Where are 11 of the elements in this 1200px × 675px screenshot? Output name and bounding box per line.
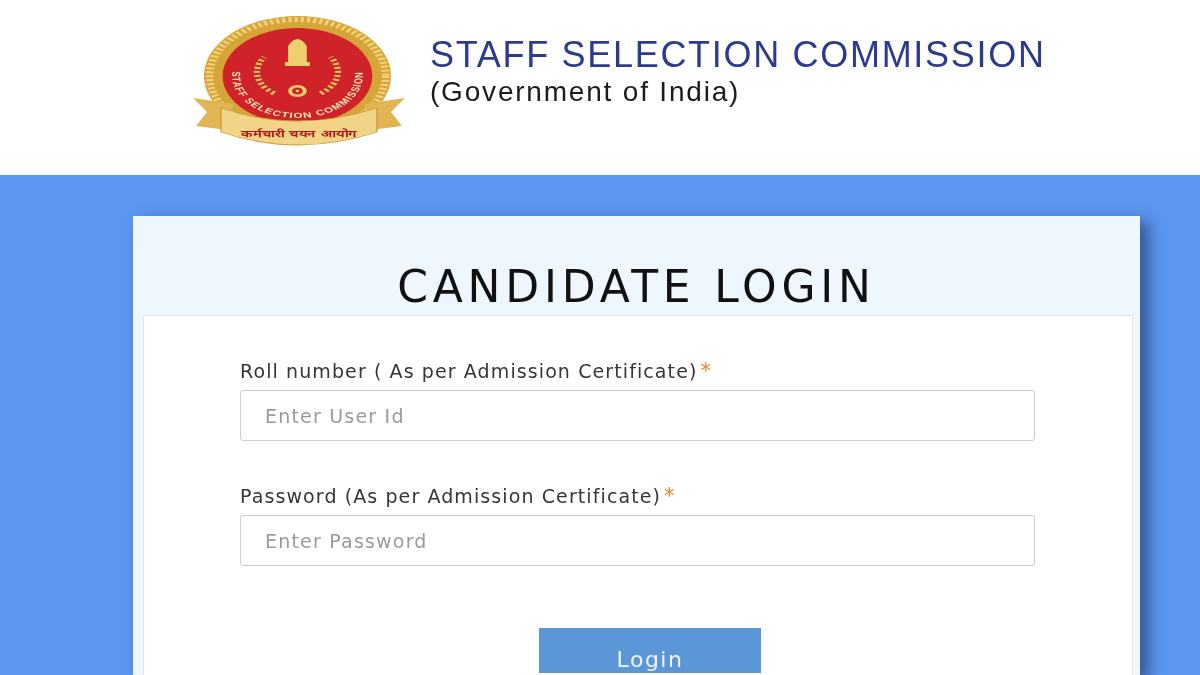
required-asterisk: * (700, 359, 711, 383)
login-button[interactable]: Login (539, 628, 761, 673)
field-label: Roll number ( As per Admission Certificate) (240, 359, 698, 383)
site-subtitle: (Government of India) (430, 75, 742, 109)
password-field[interactable]: Enter Password (240, 515, 1035, 566)
site-title: STAFF SELECTION COMMISSION (430, 35, 1046, 75)
required-asterisk: * (664, 484, 675, 508)
login-title: CANDIDATE LOGIN (396, 260, 877, 314)
roll-number-field[interactable]: Enter User Id (240, 390, 1035, 441)
field-label: Password (As per Admission Certificate) (240, 484, 662, 508)
ribbon-text: कर्मचारी चयन आयोग (241, 127, 357, 140)
